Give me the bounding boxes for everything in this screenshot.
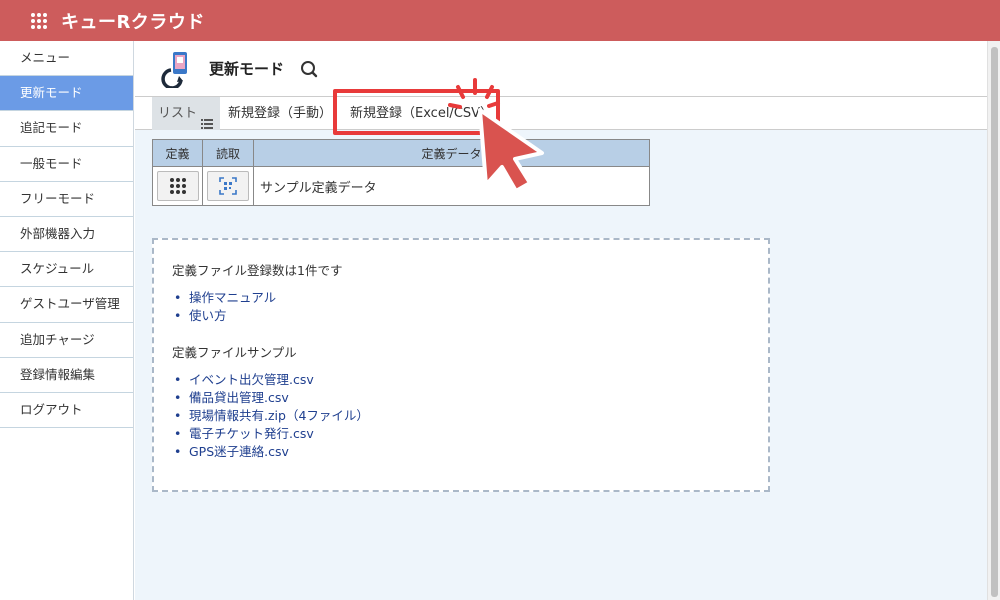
sample-link-gps-lost-child[interactable]: GPS迷子連絡.csv bbox=[172, 443, 750, 461]
sidebar: メニュー 更新モード 追記モード 一般モード フリーモード 外部機器入力 スケジ… bbox=[0, 41, 134, 600]
scan-icon bbox=[219, 177, 237, 195]
sidebar-item-general-mode[interactable]: 一般モード bbox=[0, 147, 133, 182]
tab-list-label: リスト bbox=[158, 106, 198, 121]
sample-link-e-ticket[interactable]: 電子チケット発行.csv bbox=[172, 425, 750, 443]
sidebar-item-update-mode[interactable]: 更新モード bbox=[0, 76, 133, 112]
sample-files-list: イベント出欠管理.csv 備品貸出管理.csv 現場情報共有.zip（4ファイル… bbox=[172, 371, 750, 461]
vertical-scrollbar[interactable] bbox=[987, 41, 1000, 600]
table-row: サンプル定義データ bbox=[152, 166, 650, 206]
help-links-list: 操作マニュアル 使い方 bbox=[172, 289, 750, 325]
grid-dots-icon bbox=[169, 178, 186, 194]
app-header: キューRクラウド bbox=[0, 0, 1000, 41]
sample-link-equipment-loan[interactable]: 備品貸出管理.csv bbox=[172, 389, 750, 407]
tab-manual-register[interactable]: 新規登録（手動） bbox=[228, 97, 332, 130]
definition-info-panel: 定義ファイル登録数は1件です 操作マニュアル 使い方 定義ファイルサンプル イベ… bbox=[152, 238, 770, 492]
sidebar-item-external-device[interactable]: 外部機器入力 bbox=[0, 217, 133, 253]
sidebar-item-menu[interactable]: メニュー bbox=[0, 41, 133, 77]
tab-list[interactable]: リスト bbox=[152, 97, 220, 130]
link-operation-manual[interactable]: 操作マニュアル bbox=[172, 289, 750, 307]
list-icon bbox=[201, 109, 214, 129]
definition-cell bbox=[152, 166, 203, 206]
sidebar-item-logout[interactable]: ログアウト bbox=[0, 393, 133, 429]
app-title[interactable]: キューRクラウド bbox=[61, 8, 205, 34]
sidebar-item-append-mode[interactable]: 追記モード bbox=[0, 111, 133, 147]
column-header-read: 読取 bbox=[202, 139, 254, 167]
definition-data-cell[interactable]: サンプル定義データ bbox=[253, 166, 650, 206]
sidebar-item-account-edit[interactable]: 登録情報編集 bbox=[0, 358, 133, 393]
link-how-to-use[interactable]: 使い方 bbox=[172, 307, 750, 325]
sample-link-event-attendance[interactable]: イベント出欠管理.csv bbox=[172, 371, 750, 389]
read-cell bbox=[202, 166, 254, 206]
scan-button[interactable] bbox=[207, 171, 249, 201]
column-header-definition-data: 定義データ bbox=[253, 139, 650, 167]
search-icon[interactable] bbox=[300, 60, 318, 78]
page-header: 更新モード bbox=[135, 41, 987, 96]
sidebar-item-guest-user[interactable]: ゲストユーザ管理 bbox=[0, 287, 133, 323]
update-mode-icon bbox=[159, 50, 193, 90]
app-grid-icon[interactable] bbox=[31, 12, 47, 29]
definition-menu-button[interactable] bbox=[156, 171, 199, 201]
tutorial-highlight-box bbox=[333, 89, 500, 135]
sample-link-site-info[interactable]: 現場情報共有.zip（4ファイル） bbox=[172, 407, 750, 425]
scrollbar-thumb[interactable] bbox=[991, 47, 998, 597]
table-header-row: 定義 読取 定義データ bbox=[152, 139, 650, 167]
page-title: 更新モード bbox=[209, 60, 285, 78]
definition-table: 定義 読取 定義データ サンプル定義データ bbox=[152, 139, 650, 206]
mode-tabbar: リスト 新規登録（手動） 新規登録（Excel/CSV） bbox=[135, 96, 987, 130]
column-header-definition: 定義 bbox=[152, 139, 203, 167]
sidebar-item-free-mode[interactable]: フリーモード bbox=[0, 182, 133, 217]
sample-files-heading: 定義ファイルサンプル bbox=[172, 345, 297, 360]
definition-count-text: 定義ファイル登録数は1件です bbox=[172, 263, 343, 278]
sidebar-item-schedule[interactable]: スケジュール bbox=[0, 252, 133, 288]
sidebar-item-additional-charge[interactable]: 追加チャージ bbox=[0, 323, 133, 358]
